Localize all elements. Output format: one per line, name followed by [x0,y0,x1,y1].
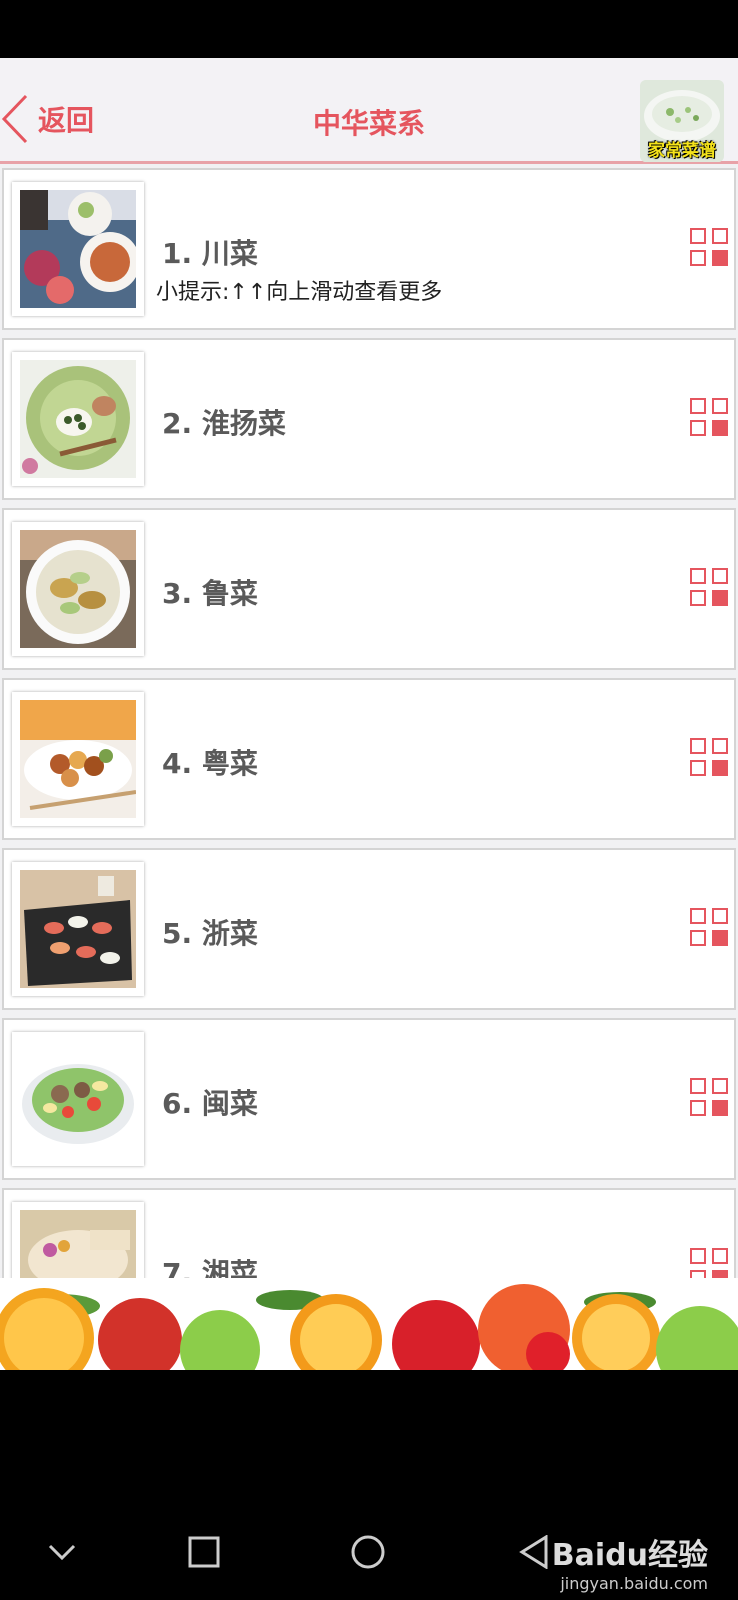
dish-image [20,1040,136,1158]
item-label: 2. 淮扬菜 [162,407,286,440]
watermark: Baidu经验 jingyan.baidu.com [552,1530,708,1593]
recipe-thumbnail[interactable]: 家常菜谱 [640,80,724,162]
nav-home-button[interactable] [338,1522,398,1582]
dish-image [20,700,136,818]
list-item[interactable]: 4. 粤菜 [2,678,736,840]
triangle-back-icon [519,1535,548,1569]
nav-recent-button[interactable] [174,1522,234,1582]
corner-label: 家常菜谱 [648,141,716,161]
app-screen: 返回 中华菜系 家常菜谱 1. 川菜 小提示:↑↑向上滑动查看更多 2. 淮扬菜… [0,58,738,1370]
grid-icon[interactable] [690,398,732,440]
item-label: 5. 浙菜 [162,917,258,950]
item-label: 3. 鲁菜 [162,577,258,610]
list-item[interactable]: 5. 浙菜 [2,848,736,1010]
circle-icon [351,1535,385,1569]
watermark-brand: Baidu经验 [551,1538,708,1573]
system-nav-bar: Baidu经验 jingyan.baidu.com [0,1500,738,1600]
grid-icon[interactable] [690,568,732,610]
dish-thumbnail [12,182,144,316]
dish-thumbnail [12,352,144,486]
square-icon [188,1536,220,1568]
dish-thumbnail [12,862,144,996]
dish-image [20,530,136,648]
dish-thumbnail [12,522,144,656]
dish-thumbnail [12,692,144,826]
grid-icon[interactable] [690,738,732,780]
dish-image [20,190,136,308]
fruit-banner-image [0,1278,738,1370]
list-item[interactable]: 6. 闽菜 [2,1018,736,1180]
cuisine-list: 1. 川菜 小提示:↑↑向上滑动查看更多 2. 淮扬菜 3. 鲁菜 4. 粤菜 … [0,168,738,1336]
page-title: 中华菜系 [312,107,425,140]
item-label: 6. 闽菜 [162,1087,258,1120]
dish-image [20,360,136,478]
list-item[interactable]: 1. 川菜 小提示:↑↑向上滑动查看更多 [2,168,736,330]
list-item[interactable]: 2. 淮扬菜 [2,338,736,500]
watermark-url: jingyan.baidu.com [560,1574,708,1593]
dish-thumbnail [12,1032,144,1166]
item-label: 4. 粤菜 [162,747,258,780]
grid-icon[interactable] [690,1078,732,1120]
chevron-down-icon [48,1544,76,1560]
grid-icon[interactable] [690,908,732,950]
item-label: 1. 川菜 [162,237,258,270]
scroll-hint: 小提示:↑↑向上滑动查看更多 [156,280,443,305]
header: 返回 中华菜系 家常菜谱 [0,58,738,164]
status-bar [0,0,738,58]
dish-image [20,870,136,988]
list-item[interactable]: 3. 鲁菜 [2,508,736,670]
grid-icon[interactable] [690,228,732,270]
nav-down-button[interactable] [32,1522,92,1582]
fruit-banner [0,1278,738,1370]
